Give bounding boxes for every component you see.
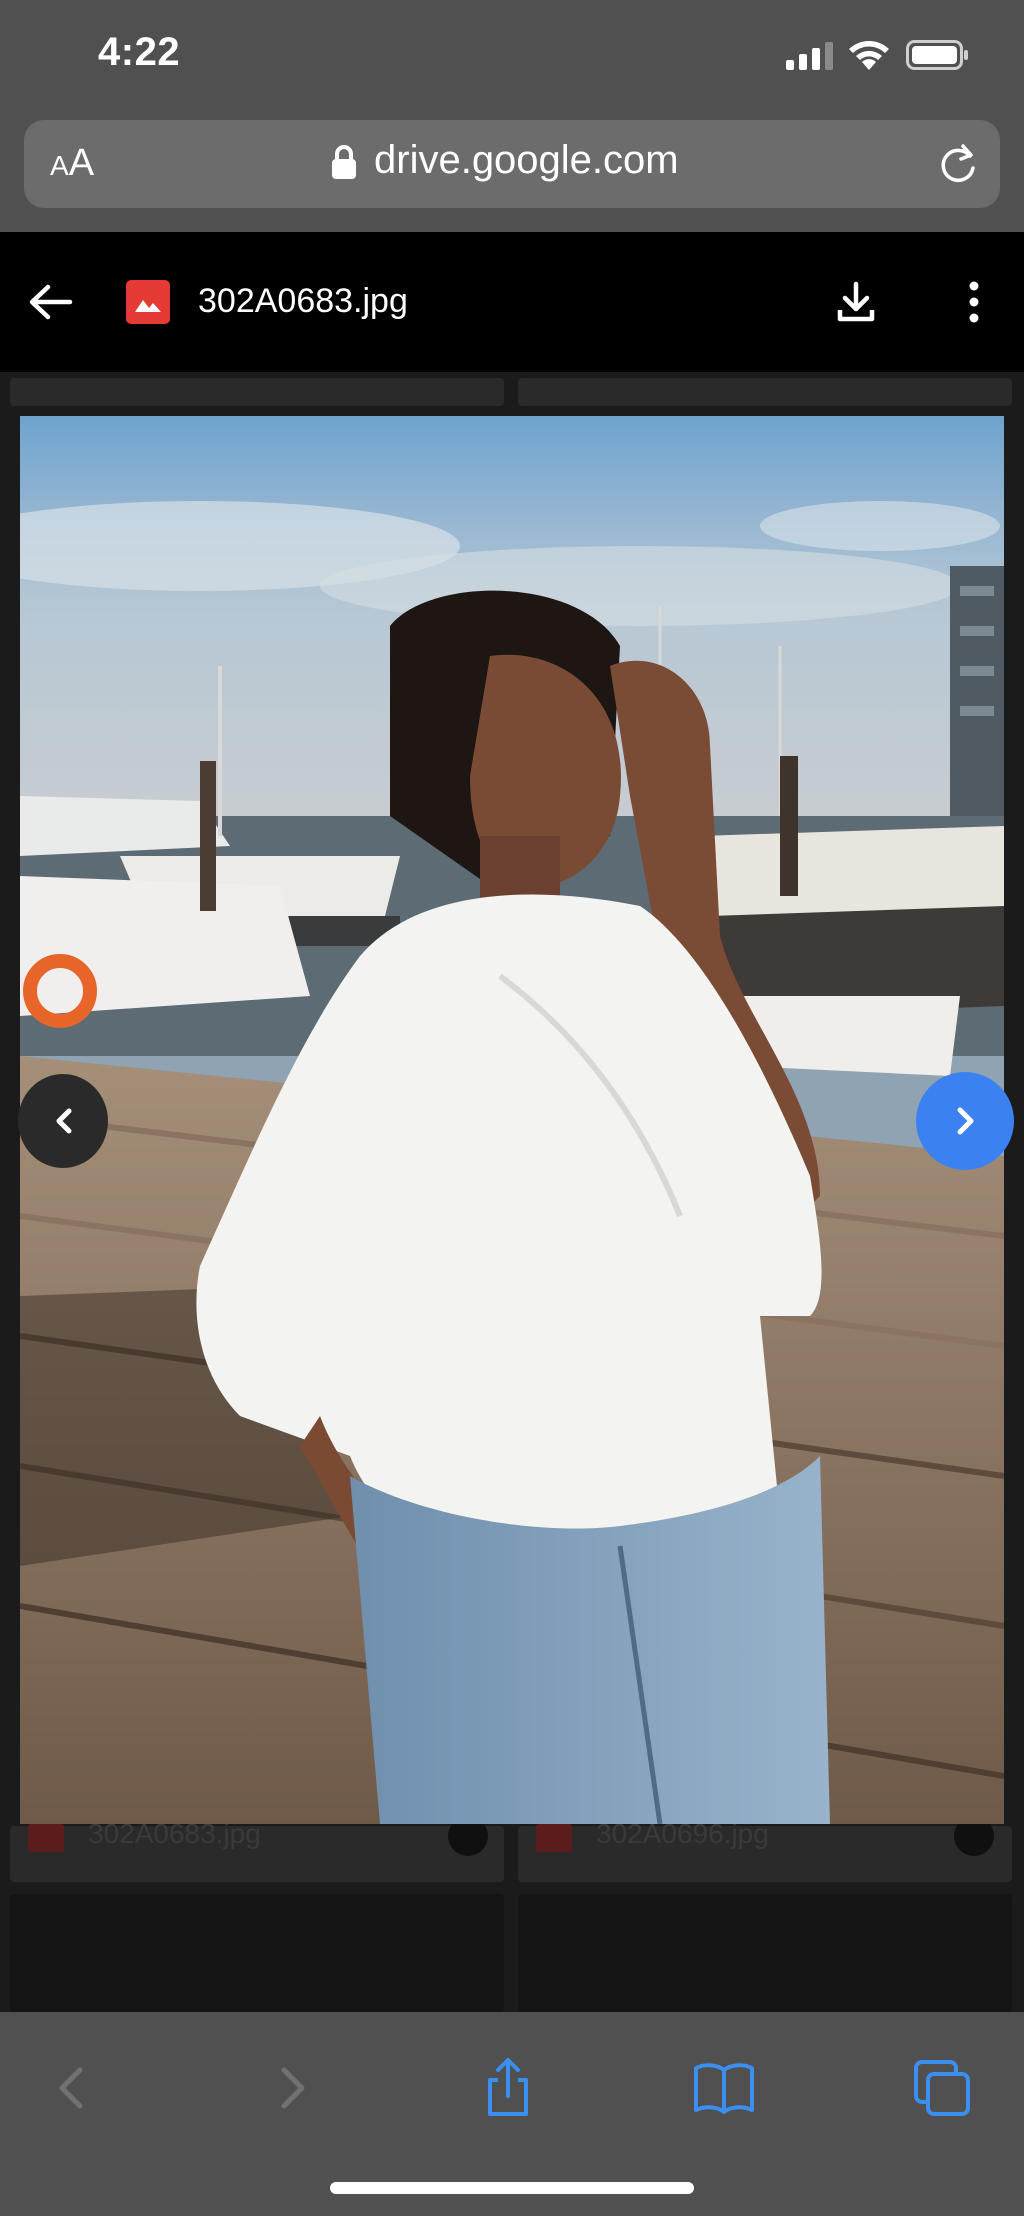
next-image-button[interactable] (916, 1072, 1014, 1170)
back-icon[interactable] (40, 2056, 104, 2120)
share-icon[interactable] (476, 2056, 540, 2120)
tabs-icon[interactable] (910, 2056, 974, 2120)
file-name: 302A0683.jpg (198, 282, 408, 320)
grid-tile (518, 378, 1012, 406)
signal-icon (786, 42, 833, 70)
forward-icon[interactable] (260, 2056, 324, 2120)
home-indicator (330, 2182, 694, 2194)
url-text[interactable]: drive.google.com (374, 138, 679, 183)
download-icon[interactable] (832, 278, 880, 326)
chevron-right-icon (957, 1107, 974, 1135)
photo (20, 416, 1004, 1824)
grid-tile (10, 1894, 504, 2012)
book-icon[interactable] (692, 2056, 756, 2120)
lock-icon (332, 145, 356, 179)
address-bar[interactable]: AA drive.google.com (24, 120, 1000, 208)
more-vert-icon[interactable] (954, 278, 994, 326)
image-file-icon (126, 280, 170, 324)
back-arrow-icon[interactable] (26, 278, 74, 326)
aa-small-label: A (50, 150, 69, 181)
grid-tile (10, 378, 504, 406)
wifi-icon (849, 41, 889, 70)
reload-icon[interactable] (936, 140, 980, 188)
drive-viewer-header: 302A0683.jpg (0, 232, 1024, 372)
text-size-button[interactable]: AA (50, 142, 94, 185)
aa-large-label: A (68, 142, 95, 184)
status-bar: 4:22 (0, 0, 1024, 112)
grid-file-icon (28, 1824, 64, 1852)
grid-tile (518, 1894, 1012, 2012)
grid-file-icon (536, 1824, 572, 1852)
previous-image-button[interactable] (18, 1074, 108, 1168)
image-preview[interactable] (20, 416, 1004, 1824)
chevron-left-icon (56, 1108, 72, 1134)
status-time: 4:22 (98, 30, 181, 74)
battery-icon (906, 40, 968, 70)
